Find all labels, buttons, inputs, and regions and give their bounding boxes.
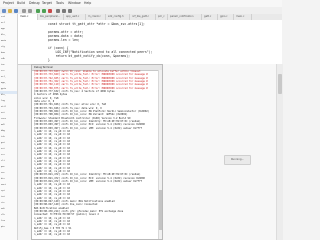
project-tree-item[interactable]: rtc [1, 202, 5, 205]
menu-debug[interactable]: Debug [29, 0, 39, 7]
step-into-icon[interactable] [56, 8, 60, 13]
step-over-icon[interactable] [62, 8, 66, 13]
terminal-scrollbar-thumb[interactable] [159, 190, 162, 230]
terminal-scrollbar[interactable] [158, 70, 162, 239]
project-tree-item[interactable]: drv [1, 178, 5, 181]
menu-tools[interactable]: Tools [56, 0, 64, 7]
step-out-icon[interactable] [68, 8, 72, 13]
run-icon[interactable] [42, 8, 46, 13]
project-tree-item[interactable]: nrf [1, 22, 5, 25]
menu-target[interactable]: Target [42, 0, 52, 7]
secondary-editor-pane: Running... [163, 64, 282, 240]
code-line: } [48, 58, 50, 62]
build-icon[interactable] [36, 8, 40, 13]
project-tree-item[interactable]: ble_ [1, 34, 6, 37]
project-tree-item[interactable]: sdk [1, 58, 5, 61]
code-line: return bt_gatt_notify_cb(conn, &params); [48, 54, 130, 58]
menu-help[interactable]: Help [84, 0, 91, 7]
project-tree-item[interactable]: cli [1, 160, 5, 163]
code-editor[interactable]: const struct tt_gatt_attr *attr = &bas_s… [18, 20, 282, 65]
stop-icon[interactable] [48, 8, 52, 13]
project-tree-item[interactable]: evt [1, 148, 5, 151]
project-tree-item[interactable]: nrf_ [1, 76, 6, 79]
project-tree-item[interactable]: tsk [1, 136, 5, 139]
project-tree-item[interactable]: srv [1, 154, 5, 157]
project-tree-item[interactable]: spi [1, 190, 5, 193]
menu-project[interactable]: Project [3, 0, 14, 7]
project-tree-item[interactable]: uart [1, 184, 6, 187]
project-tree-item[interactable]: gui [1, 142, 5, 145]
project-tree-item[interactable]: pwr [1, 166, 5, 169]
project-tree-item[interactable]: pin [1, 226, 5, 229]
scrollbar-thumb[interactable] [278, 74, 282, 94]
redo-icon[interactable] [28, 8, 32, 13]
project-tree-item[interactable]: util [1, 106, 6, 109]
project-tree-item[interactable]: core [1, 118, 6, 121]
terminal-line: n_addr == 10, re_p0 == 10 [34, 233, 70, 237]
project-tree-item[interactable]: app_ [1, 82, 6, 85]
new-file-icon[interactable] [2, 8, 6, 13]
project-tree-item[interactable]: mdl [1, 124, 5, 127]
project-tree-item[interactable]: cfg [1, 46, 5, 49]
project-tree-item[interactable]: boa [1, 52, 5, 55]
project-tree-item[interactable]: frm [1, 220, 5, 223]
debug-terminal[interactable]: Debug Terminal [00:00:07.733,849] <wrn> … [31, 64, 163, 240]
code-line: params.len = len; [48, 38, 80, 42]
vertical-scrollbar[interactable] [276, 64, 283, 240]
project-tree-item[interactable]: dbg [1, 130, 5, 133]
project-tree-item[interactable]: sec [1, 172, 5, 175]
project-tree-item[interactable]: ble_ [1, 94, 6, 97]
project-tree-item[interactable]: ssd [1, 16, 5, 19]
project-tree-item[interactable]: twi [1, 196, 5, 199]
project-tree-item[interactable]: src [1, 70, 5, 73]
project-tree-item[interactable]: clk [1, 214, 5, 217]
menu-window[interactable]: Window [68, 0, 81, 7]
code-line: const struct tt_gatt_attr *attr = &bas_s… [48, 22, 145, 26]
project-tree-item[interactable]: log [1, 100, 5, 103]
project-tree-item[interactable]: app [1, 28, 5, 31]
project-tree-item[interactable]: inc [1, 64, 5, 67]
menu-build[interactable]: Build [17, 0, 25, 7]
save-icon[interactable] [14, 8, 18, 13]
project-tree-item[interactable]: main [1, 40, 6, 43]
undo-icon[interactable] [22, 8, 26, 13]
project-tree-item[interactable]: wdt [1, 208, 5, 211]
open-folder-icon[interactable] [8, 8, 12, 13]
project-tree-item[interactable]: ext [1, 112, 5, 115]
project-tree-item[interactable]: gpio [1, 88, 6, 91]
running-status-button[interactable]: Running... [224, 155, 251, 165]
project-explorer: ssd nrf app ble_ main cfg boa sdk inc src nrf_ app_… [0, 14, 18, 240]
